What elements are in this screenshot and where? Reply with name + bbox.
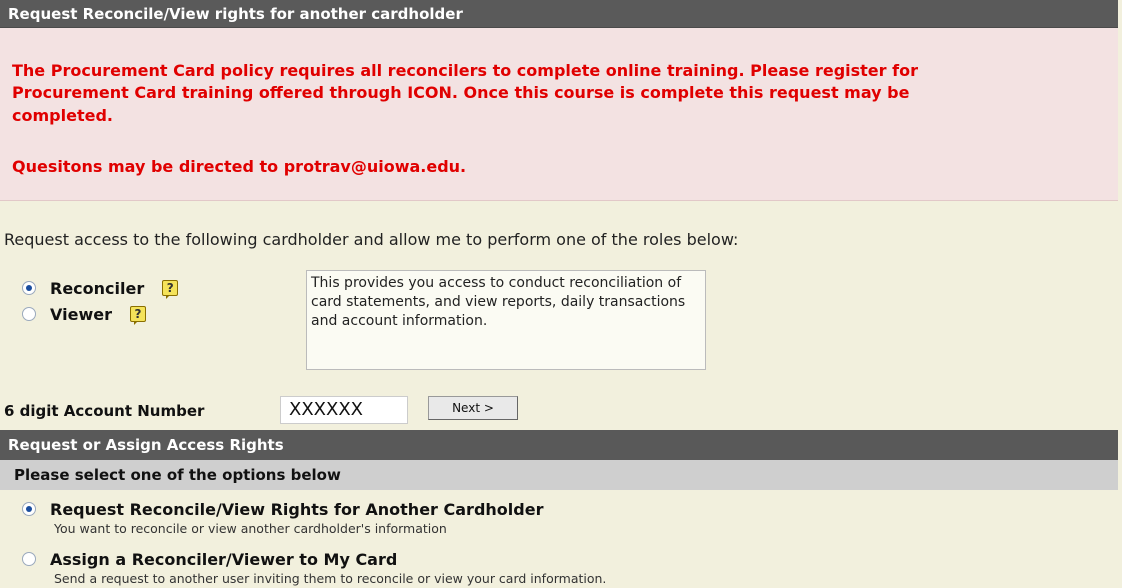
viewer-label[interactable]: Viewer [50,305,112,324]
account-number-label: 6 digit Account Number [4,402,205,420]
role-option-viewer[interactable]: Viewer ? [22,302,146,326]
alert-contact-line: Quesitons may be directed to protrav@uio… [12,157,467,176]
access-rights-header: Request or Assign Access Rights [0,430,1118,460]
page: Request Reconcile/View rights for anothe… [0,0,1122,588]
option-assign-reconciler[interactable]: Assign a Reconciler/Viewer to My Card Se… [22,548,606,588]
alert-line-2: Procurement Card training offered throug… [12,83,910,102]
reconciler-radio[interactable] [22,281,36,295]
reconciler-label[interactable]: Reconciler [50,279,144,298]
intro-text: Request access to the following cardhold… [4,230,739,249]
section-header: Request Reconcile/View rights for anothe… [0,0,1118,28]
assign-reconciler-title[interactable]: Assign a Reconciler/Viewer to My Card [50,550,397,569]
help-icon[interactable]: ? [162,280,179,299]
option-request-rights[interactable]: Request Reconcile/View Rights for Anothe… [22,498,543,538]
assign-reconciler-radio[interactable] [22,552,36,566]
request-rights-radio[interactable] [22,502,36,516]
access-rights-subheader: Please select one of the options below [0,460,1118,490]
account-number-input[interactable]: XXXXXX [280,396,408,424]
request-rights-description: You want to reconcile or view another ca… [54,521,447,536]
role-option-reconciler[interactable]: Reconciler ? [22,276,179,300]
alert-line-1: The Procurement Card policy requires all… [12,61,918,80]
account-number-row: 6 digit Account Number XXXXXX Next > [4,396,544,426]
role-description-box: This provides you access to conduct reco… [306,270,706,370]
next-button[interactable]: Next > [428,396,518,420]
assign-reconciler-description: Send a request to another user inviting … [54,571,607,586]
training-alert: The Procurement Card policy requires all… [0,28,1118,201]
alert-line-3: completed. [12,106,113,125]
help-icon[interactable]: ? [129,306,146,325]
request-rights-title[interactable]: Request Reconcile/View Rights for Anothe… [50,500,543,519]
viewer-radio[interactable] [22,307,36,321]
